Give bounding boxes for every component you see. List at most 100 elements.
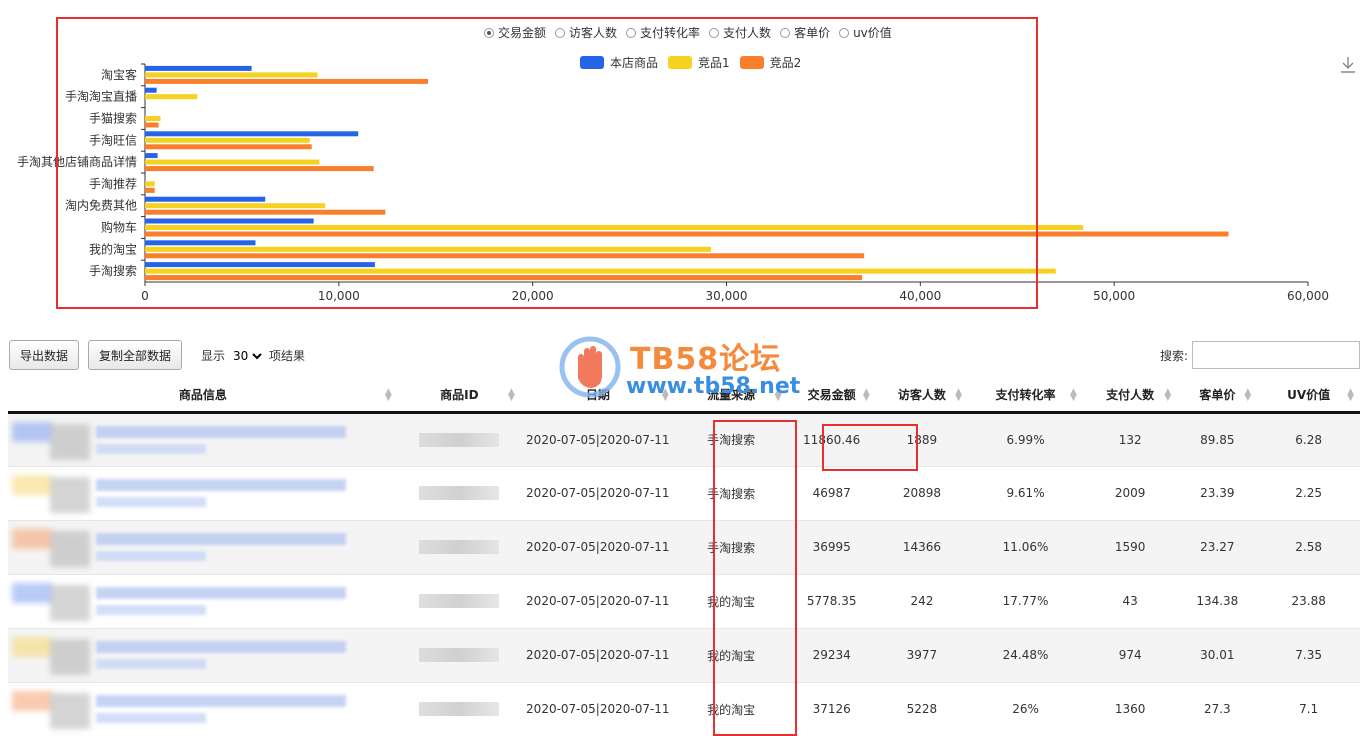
table-cell-支付人数: 132 [1082,411,1178,466]
metric-radio-4[interactable]: 客单价 [780,24,830,41]
table-cell-访客人数: 242 [875,573,969,628]
table-cell-日期: 2020-07-05|2020-07-11 [520,465,675,520]
metric-radio-3[interactable]: 支付人数 [709,24,771,41]
blurred-product-id [419,648,500,662]
radio-dot [555,27,566,38]
column-header-label: UV价值 [1287,387,1331,402]
metric-radio-5[interactable]: uv价值 [839,24,892,41]
product-info-cell [8,627,398,682]
column-header-8[interactable]: 客单价 ▲ ▼ [1177,378,1258,414]
search-label: 搜索: [1160,349,1189,363]
table-cell-UV价值: 7.35 [1257,627,1360,682]
bar-1-3 [145,137,310,143]
radio-dot [709,27,720,38]
sort-icon[interactable]: ▲ ▼ [1244,388,1251,403]
sort-icon[interactable]: ▲ ▼ [1070,388,1077,403]
column-header-7[interactable]: 支付人数 ▲ ▼ [1082,378,1178,414]
column-header-9[interactable]: UV价值 ▲ ▼ [1257,378,1360,414]
sort-icon[interactable]: ▲ ▼ [1164,388,1171,403]
traffic-source-bar-chart: 淘宝客手淘淘宝直播手猫搜索手淘旺信手淘其他店铺商品详情手淘推荐淘内免费其他购物车… [17,63,1329,303]
column-header-4[interactable]: 交易金额 ▲ ▼ [787,378,876,414]
y-tick-label: 手猫搜索 [89,111,137,126]
table-cell-交易金额: 5778.35 [787,573,876,628]
metric-radio-2[interactable]: 支付转化率 [626,24,700,41]
sort-icon[interactable]: ▲ ▼ [775,388,782,403]
search-input[interactable] [1192,341,1360,369]
table-cell-日期: 2020-07-05|2020-07-11 [520,681,675,736]
copy-all-data-button[interactable]: 复制全部数据 [88,340,183,370]
column-header-3[interactable]: 流量来源 ▲ ▼ [674,378,788,414]
sort-icon[interactable]: ▲ ▼ [955,388,962,403]
product-info-cell [8,681,398,736]
column-header-2[interactable]: 日期 ▲ ▼ [520,378,675,414]
y-tick-label: 手淘推荐 [89,177,137,191]
download-icon[interactable] [1340,56,1356,74]
legend-item-1[interactable]: 竞品1 [668,54,730,71]
x-tick-label: 40,000 [899,289,941,303]
table-cell-客单价: 30.01 [1177,627,1258,682]
sort-icon[interactable]: ▲ ▼ [385,388,392,403]
page-size-control: 显示 30 项结果 [201,347,305,364]
bar-1-0 [145,72,318,78]
sort-icon[interactable]: ▲ ▼ [662,388,669,403]
x-tick-label: 0 [141,289,149,303]
y-tick-label: 淘宝客 [101,67,137,82]
column-header-label: 交易金额 [807,387,856,402]
column-header-0[interactable]: 商品信息 ▲ ▼ [8,378,398,414]
sort-icon[interactable]: ▲ ▼ [508,388,515,403]
table-cell-交易金额: 36995 [787,519,876,574]
table-cell-支付人数: 2009 [1082,465,1178,520]
metric-radio-group: 交易金额 访客人数 支付转化率 支付人数 客单价 uv价值 [484,24,901,41]
column-header-5[interactable]: 访客人数 ▲ ▼ [875,378,969,414]
metric-radio-label: 支付转化率 [640,26,701,40]
table-cell-流量来源: 我的淘宝 [674,627,788,682]
blurred-product-info [12,689,398,730]
bar-2-5 [145,187,155,193]
metric-radio-0[interactable]: 交易金额 [484,24,546,41]
metric-radio-1[interactable]: 访客人数 [555,24,617,41]
sort-icon[interactable]: ▲ ▼ [1347,388,1354,403]
radio-dot [839,27,850,38]
table-cell-客单价: 27.3 [1177,681,1258,736]
table-cell-日期: 2020-07-05|2020-07-11 [520,519,675,574]
column-header-1[interactable]: 商品ID ▲ ▼ [397,378,521,414]
table-row: 2020-07-05|2020-07-11 手淘搜索 46987 20898 9.61%… [8,465,1360,520]
radio-dot [484,27,494,38]
bar-2-9 [145,275,863,281]
sort-icon[interactable]: ▲ ▼ [863,388,870,403]
bar-0-9 [145,262,375,268]
page-size-select[interactable]: 30 [229,347,266,364]
table-cell-支付转化率: 24.48% [968,627,1083,682]
table-cell-日期: 2020-07-05|2020-07-11 [520,627,675,682]
legend-swatch [668,56,693,69]
bar-1-7 [145,225,1084,230]
metric-radio-label: uv价值 [853,26,892,40]
table-cell-支付人数: 43 [1082,573,1178,628]
column-header-6[interactable]: 支付转化率 ▲ ▼ [968,378,1083,414]
table-cell-访客人数: 1889 [875,411,969,466]
radio-dot [626,27,637,38]
table-cell-UV价值: 6.28 [1257,411,1360,466]
bar-0-0 [145,65,252,71]
legend-swatch [739,56,764,69]
metric-radio-label: 客单价 [794,26,831,40]
table-cell-交易金额: 37126 [787,681,876,736]
legend-item-0[interactable]: 本店商品 [580,54,658,71]
bar-1-6 [145,203,326,209]
table-cell-支付人数: 974 [1082,627,1178,682]
blurred-product-info [12,527,398,567]
bar-0-4 [145,153,158,159]
table-row: 2020-07-05|2020-07-11 我的淘宝 29234 3977 24.48%… [8,627,1360,682]
table-cell-支付转化率: 17.77% [968,573,1083,628]
product-info-cell [8,411,398,466]
y-tick-label: 淘内免费其他 [65,198,137,213]
legend-item-2[interactable]: 竞品2 [739,54,801,71]
table-cell-客单价: 23.27 [1177,519,1258,574]
bar-2-3 [145,144,312,150]
blurred-product-id [419,702,500,717]
bar-0-6 [145,196,266,202]
table-row: 2020-07-05|2020-07-11 我的淘宝 37126 5228 26% 136… [8,681,1360,736]
export-data-button[interactable]: 导出数据 [9,340,80,370]
bar-2-8 [145,253,865,259]
bar-1-4 [145,159,320,165]
